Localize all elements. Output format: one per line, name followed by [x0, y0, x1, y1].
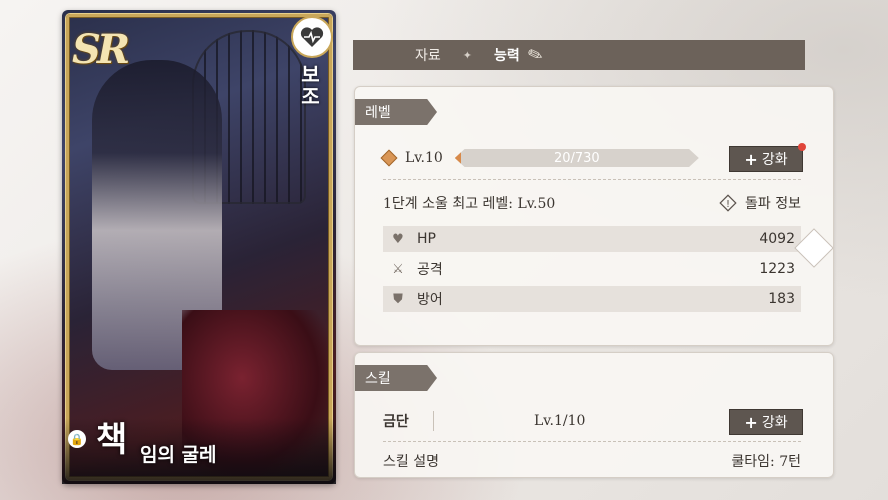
lock-icon[interactable]: 🔒 [68, 430, 86, 448]
skill-desc-row: 스킬 설명 쿨타임: 7턴 [383, 451, 801, 471]
plus-icon: + [744, 412, 758, 432]
level-upgrade-button[interactable]: + 강화 [729, 143, 806, 172]
shield-icon: ⛊ [393, 291, 403, 307]
tab-separator-icon: ✦ [462, 48, 472, 62]
warning-diamond-icon: ! [719, 194, 737, 212]
tab-info-label: 자료 [415, 48, 441, 64]
level-panel-title: 레벨 [355, 99, 437, 125]
tab-info[interactable]: 자료 [393, 40, 463, 70]
tab-ability-label: 능력 [493, 48, 520, 64]
skill-cooldown: 쿨타임: 7턴 [731, 454, 801, 470]
skill-description-button[interactable]: 스킬 설명 [383, 451, 439, 471]
max-level-row: 1단계 소울 최고 레벨: Lv.50 ! 돌파 정보 [383, 193, 801, 213]
exp-bar: 20/730 [454, 149, 699, 167]
stat-defense-label: 방어 [417, 292, 443, 308]
character-name-initial: 책 [96, 420, 128, 460]
breakthrough-info-label: 돌파 정보 [745, 196, 801, 212]
heart-pulse-icon[interactable] [291, 16, 333, 58]
stat-attack-label: 공격 [417, 262, 443, 278]
divider [383, 441, 801, 442]
skill-divider [433, 411, 434, 431]
stat-hp-label: HP [417, 231, 436, 247]
role-label: 보조 [297, 64, 321, 108]
skill-upgrade-label: 강화 [761, 415, 788, 431]
plus-icon: + [744, 149, 758, 169]
tab-bar: 자료 ✦ 능력 ✎ [353, 40, 805, 70]
breakthrough-info-button[interactable]: ! 돌파 정보 [719, 193, 801, 213]
level-value: Lv.10 [405, 150, 443, 166]
level-diamond-icon [380, 149, 398, 167]
stat-defense-row: ⛊ 방어 183 [383, 286, 801, 312]
card-frame [66, 14, 332, 480]
svg-text:!: ! [726, 199, 730, 210]
character-name-rest: 임의 굴레 [140, 444, 217, 466]
crossed-swords-icon: ⚔ [392, 261, 404, 277]
skill-upgrade-button[interactable]: + 강화 [729, 409, 803, 435]
level-panel: 레벨 Lv.10 20/730 + 강화 1단계 소울 최고 레벨: Lv.50… [354, 86, 834, 346]
stat-attack-row: ⚔ 공격 1223 [383, 256, 801, 282]
skill-name: 금단 [383, 414, 409, 430]
exp-text: 20/730 [553, 150, 600, 166]
stat-hp-row: ♥ HP 4092 [383, 226, 801, 252]
stat-hp-value: 4092 [759, 231, 795, 247]
heart-icon: ♥ [392, 231, 404, 247]
skill-level: Lv.1/10 [534, 413, 586, 429]
rarity-badge: SR [72, 26, 130, 73]
level-upgrade-label: 강화 [761, 152, 788, 168]
max-level-text: 1단계 소울 최고 레벨: Lv.50 [383, 196, 556, 212]
skill-panel-title: 스킬 [355, 365, 437, 391]
skill-panel: 스킬 금단 Lv.1/10 + 강화 스킬 설명 쿨타임: 7턴 [354, 352, 834, 478]
divider [383, 179, 801, 180]
notification-dot [798, 143, 806, 151]
stat-attack-value: 1223 [759, 261, 795, 277]
stat-defense-value: 183 [768, 291, 795, 307]
